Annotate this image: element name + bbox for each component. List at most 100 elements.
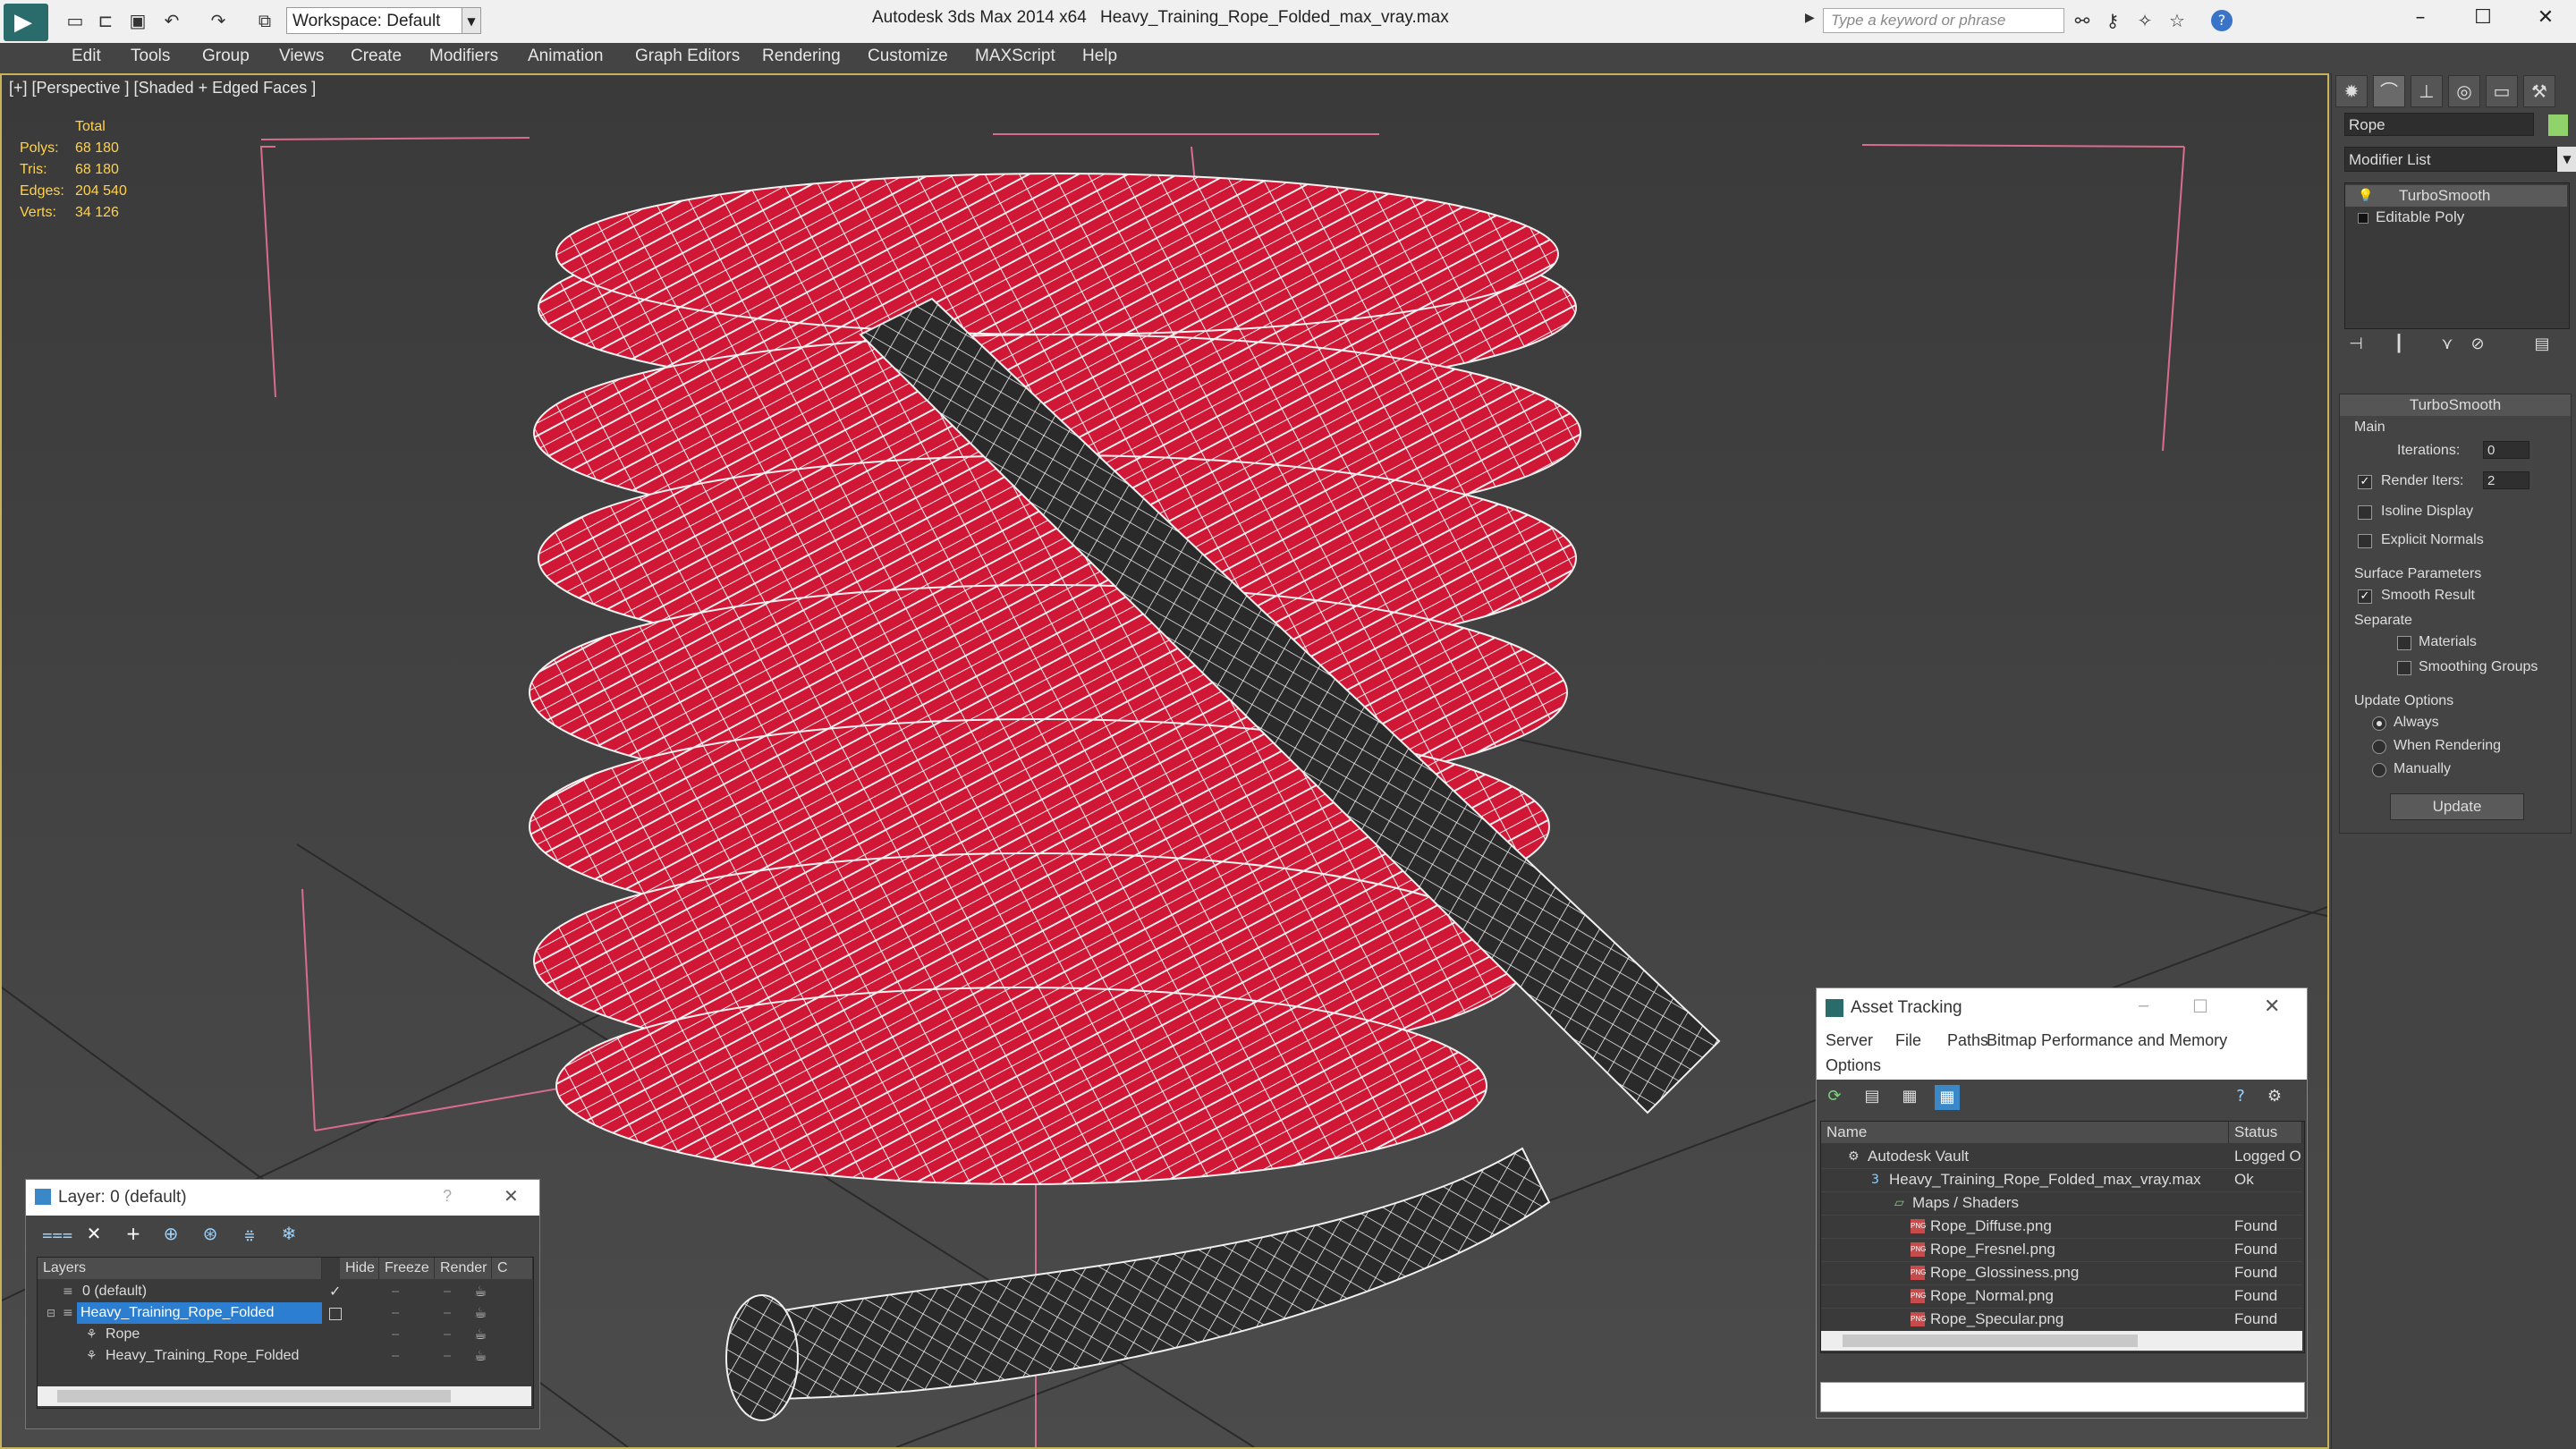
freeze-toggle[interactable]: ⎯ (444, 1281, 451, 1302)
asset-row[interactable]: PNG Rope_Specular.png Found (1821, 1308, 2302, 1332)
column-header-freeze[interactable]: Freeze (379, 1258, 435, 1279)
new-icon[interactable]: ▭ (64, 10, 86, 31)
scrollbar-thumb[interactable] (57, 1390, 451, 1402)
hide-toggle[interactable]: ⎯ (392, 1302, 399, 1324)
column-header-name[interactable]: Name (1821, 1122, 2229, 1143)
star-icon[interactable]: ☆ (2166, 10, 2188, 31)
close-icon[interactable]: ✕ (2264, 996, 2280, 1018)
render-iters-spinner[interactable]: 2 (2483, 471, 2529, 489)
column-header-color[interactable]: C (492, 1258, 533, 1279)
isoline-checkbox[interactable] (2358, 505, 2372, 520)
help-icon[interactable]: ? (2230, 1087, 2251, 1108)
list-view-icon[interactable]: ▤ (1861, 1087, 1883, 1108)
workspace-dropdown[interactable]: Workspace: Default (286, 7, 481, 34)
menu-group[interactable]: Group (202, 47, 250, 66)
asset-row[interactable]: PNG Rope_Normal.png Found (1821, 1284, 2302, 1309)
hide-all-icon[interactable]: ⩷ (237, 1221, 262, 1246)
utilities-tab-icon[interactable]: ⚒ (2523, 75, 2555, 107)
horizontal-scrollbar[interactable] (38, 1386, 531, 1406)
redo-icon[interactable]: ↷ (208, 10, 229, 31)
layer-row[interactable]: ≡ 0 (default) ✓ ⎯ ⎯ ☕ (38, 1281, 531, 1302)
display-tab-icon[interactable]: ▭ (2486, 75, 2518, 107)
minimize-button[interactable]: – (2402, 4, 2438, 32)
menu-file[interactable]: File (1895, 1031, 1921, 1050)
scrollbar-thumb[interactable] (1843, 1335, 2138, 1347)
pin-stack-icon[interactable]: ⊣ (2344, 335, 2368, 354)
hide-toggle[interactable]: ⎯ (392, 1345, 399, 1367)
motion-tab-icon[interactable]: ◎ (2448, 75, 2480, 107)
create-tab-icon[interactable]: ✹ (2335, 75, 2368, 107)
horizontal-scrollbar[interactable] (1821, 1331, 2302, 1351)
search-expand-icon[interactable]: ▶ (1805, 11, 1815, 25)
layer-row[interactable]: ⚘ Heavy_Training_Rope_Folded ⎯ ⎯ ☕ (38, 1345, 531, 1367)
stack-item-editable-poly[interactable]: Editable Poly (2345, 207, 2567, 228)
menu-paths[interactable]: Paths (1947, 1031, 1988, 1050)
render-iters-checkbox[interactable]: ✓ (2358, 475, 2372, 489)
iterations-spinner[interactable]: 0 (2483, 441, 2529, 459)
menu-server[interactable]: Server (1826, 1031, 1873, 1050)
asset-row[interactable]: ⚙ Autodesk Vault Logged O (1821, 1145, 2302, 1169)
asset-dialog-titlebar[interactable]: Asset Tracking (1817, 988, 2307, 1028)
freeze-toggle[interactable]: ⎯ (444, 1302, 451, 1324)
object-color-swatch[interactable] (2548, 114, 2568, 136)
table-view-icon[interactable]: ▦ (1935, 1085, 1960, 1110)
asset-row[interactable]: PNG Rope_Diffuse.png Found (1821, 1215, 2302, 1239)
manually-radio[interactable] (2372, 763, 2386, 777)
close-button[interactable]: ✕ (2528, 4, 2563, 32)
collapse-icon[interactable]: ⊟ (47, 1302, 55, 1324)
binoculars-icon[interactable]: ⚯ (2072, 10, 2093, 31)
active-layer-box[interactable] (329, 1308, 342, 1320)
menu-bitmap-performance[interactable]: Bitmap Performance and Memory (1987, 1031, 2227, 1050)
settings-icon[interactable]: ⚙ (2264, 1087, 2285, 1108)
always-radio[interactable] (2372, 716, 2386, 731)
chevron-down-icon[interactable]: ▼ (462, 7, 481, 34)
layer-dialog-titlebar[interactable]: Layer: 0 (default) (26, 1180, 539, 1216)
menu-animation[interactable]: Animation (528, 47, 604, 66)
viewport-label[interactable]: [+] [Perspective ] [Shaded + Edged Faces… (9, 79, 316, 97)
menu-help[interactable]: Help (1082, 47, 1117, 66)
menu-modifiers[interactable]: Modifiers (429, 47, 498, 66)
menu-tools[interactable]: Tools (131, 47, 170, 66)
smooth-result-checkbox[interactable]: ✓ (2358, 589, 2372, 604)
help-button[interactable]: ? (443, 1187, 452, 1206)
render-teapot-icon[interactable]: ☕ (474, 1302, 487, 1324)
menu-create[interactable]: Create (351, 47, 402, 66)
update-button[interactable]: Update (2390, 793, 2524, 820)
menu-graph-editors[interactable]: Graph Editors (635, 47, 740, 66)
active-layer-check-icon[interactable]: ✓ (329, 1281, 341, 1302)
maximize-button[interactable]: ☐ (2192, 996, 2208, 1017)
lightbulb-icon[interactable]: 💡 (2358, 185, 2373, 207)
expand-icon[interactable] (2358, 213, 2368, 224)
render-teapot-icon[interactable]: ☕ (474, 1345, 487, 1367)
undo-icon[interactable]: ↶ (161, 10, 182, 31)
layer-row[interactable]: ⚘ Rope ⎯ ⎯ ☕ (38, 1324, 531, 1345)
column-header-status[interactable]: Status (2229, 1122, 2302, 1143)
maximize-button[interactable]: ☐ (2465, 4, 2501, 32)
menu-rendering[interactable]: Rendering (762, 47, 841, 66)
minimize-button[interactable]: – (2139, 996, 2148, 1016)
when-rendering-radio[interactable] (2372, 740, 2386, 754)
create-layer-icon[interactable]: ⩶ (42, 1221, 72, 1246)
menu-edit[interactable]: Edit (72, 47, 101, 66)
chevron-down-icon[interactable]: ▼ (2557, 147, 2576, 172)
close-icon[interactable]: ✕ (504, 1185, 519, 1207)
modify-tab-icon[interactable]: ⌒ (2373, 75, 2405, 107)
open-icon[interactable]: ⊏ (95, 10, 116, 31)
key-icon[interactable]: ⚷ (2102, 10, 2123, 31)
configure-sets-icon[interactable]: ▤ (2530, 335, 2554, 354)
freeze-toggle[interactable]: ⎯ (444, 1345, 451, 1367)
delete-layer-icon[interactable]: ✕ (81, 1221, 106, 1246)
asset-row[interactable]: PNG Rope_Glossiness.png Found (1821, 1261, 2302, 1285)
rollout-title[interactable]: TurboSmooth (2340, 394, 2571, 416)
make-unique-icon[interactable]: ⋎ (2436, 335, 2459, 354)
asset-row[interactable]: PNG Rope_Fresnel.png Found (1821, 1238, 2302, 1262)
smoothing-groups-checkbox[interactable] (2397, 661, 2411, 675)
column-header-hide[interactable]: Hide (340, 1258, 379, 1279)
freeze-all-icon[interactable]: ❄ (276, 1221, 301, 1246)
materials-checkbox[interactable] (2397, 636, 2411, 650)
column-header-render[interactable]: Render (435, 1258, 492, 1279)
column-header-layers[interactable]: Layers (38, 1258, 322, 1279)
hide-toggle[interactable]: ⎯ (392, 1281, 399, 1302)
tree-view-icon[interactable]: ▦ (1899, 1087, 1920, 1108)
refresh-icon[interactable]: ⟳ (1824, 1087, 1845, 1108)
